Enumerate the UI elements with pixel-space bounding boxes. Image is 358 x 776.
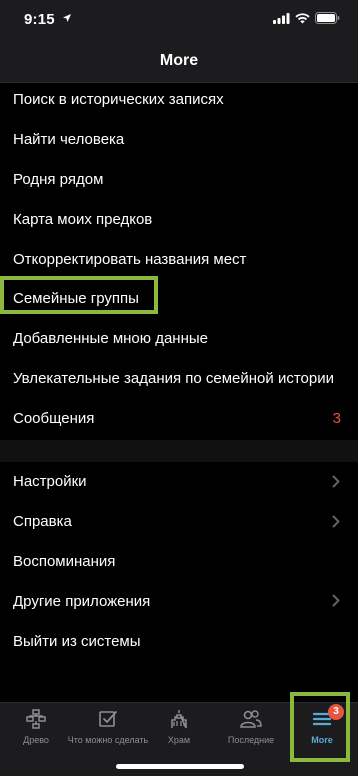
tab-label: Что можно сделать: [67, 735, 149, 745]
menu-item-memories[interactable]: Воспоминания: [0, 542, 358, 582]
secondary-menu: Настройки Справка Воспоминания Другие пр…: [0, 462, 358, 661]
status-time: 9:15: [24, 11, 55, 28]
menu-item-find-person[interactable]: Найти человека: [0, 120, 358, 160]
people-icon: [240, 710, 262, 728]
menu-item-label: Настройки: [13, 473, 87, 491]
menu-item-label: Справка: [13, 513, 72, 531]
menu-item-settings[interactable]: Настройки: [0, 462, 358, 502]
menu-item-search-records[interactable]: Поиск в исторических записях: [0, 80, 358, 120]
menu-item-label: Воспоминания: [13, 552, 116, 570]
checklist-icon: [99, 711, 117, 727]
menu-item-relatives-nearby[interactable]: Родня рядом: [0, 160, 358, 200]
menu-item-label: Найти человека: [13, 131, 125, 149]
menu-item-label: Увлекательные задания по семейной истори…: [13, 369, 334, 387]
temple-icon: [171, 710, 187, 729]
chevron-right-icon: [332, 594, 340, 607]
primary-menu: Поиск в исторических записях Найти челов…: [0, 80, 358, 438]
menu-item-messages[interactable]: Сообщения 3: [0, 398, 358, 438]
cellular-signal-icon: [273, 12, 290, 24]
family-groups-highlight: [0, 276, 158, 314]
more-tab-highlight: [290, 692, 350, 762]
page-title: More: [159, 52, 199, 69]
wifi-icon: [295, 12, 310, 23]
menu-item-label: Другие приложения: [13, 592, 151, 610]
tab-tree[interactable]: Древо: [16, 709, 56, 745]
chevron-right-icon: [332, 475, 340, 488]
tab-things-to-do[interactable]: Что можно сделать: [60, 709, 156, 745]
menu-item-label: Карта моих предков: [13, 210, 153, 228]
home-indicator: [116, 764, 244, 769]
tab-label: Храм: [167, 735, 191, 745]
menu-item-sign-out[interactable]: Выйти из системы: [0, 621, 358, 661]
tab-label: Древо: [23, 735, 49, 745]
messages-count-badge: 3: [332, 409, 341, 427]
chevron-right-icon: [332, 515, 340, 528]
tab-temple[interactable]: Храм: [160, 709, 198, 745]
status-bar: 9:15: [0, 0, 358, 40]
menu-item-label: Сообщения: [13, 409, 95, 427]
tab-label: Последние: [227, 735, 275, 745]
menu-item-label: Добавленные мною данные: [13, 330, 208, 348]
menu-item-label: Поиск в исторических записях: [13, 91, 224, 109]
menu-item-label: Откорректировать названия мест: [13, 250, 247, 268]
battery-icon: [315, 12, 340, 24]
menu-item-other-apps[interactable]: Другие приложения: [0, 581, 358, 621]
section-separator: [0, 440, 358, 462]
tree-icon: [26, 709, 46, 729]
location-arrow-icon: [63, 14, 71, 22]
menu-item-label: Родня рядом: [13, 170, 104, 188]
menu-item-correct-place-names[interactable]: Откорректировать названия мест: [0, 239, 358, 279]
tab-recent[interactable]: Последние: [222, 709, 280, 745]
menu-item-label: Выйти из системы: [13, 632, 141, 650]
menu-item-help[interactable]: Справка: [0, 502, 358, 542]
navigation-header: More: [0, 40, 358, 83]
menu-item-ancestors-map[interactable]: Карта моих предков: [0, 199, 358, 239]
menu-item-family-history-activities[interactable]: Увлекательные задания по семейной истори…: [0, 359, 358, 399]
menu-item-my-contributions[interactable]: Добавленные мною данные: [0, 319, 358, 359]
